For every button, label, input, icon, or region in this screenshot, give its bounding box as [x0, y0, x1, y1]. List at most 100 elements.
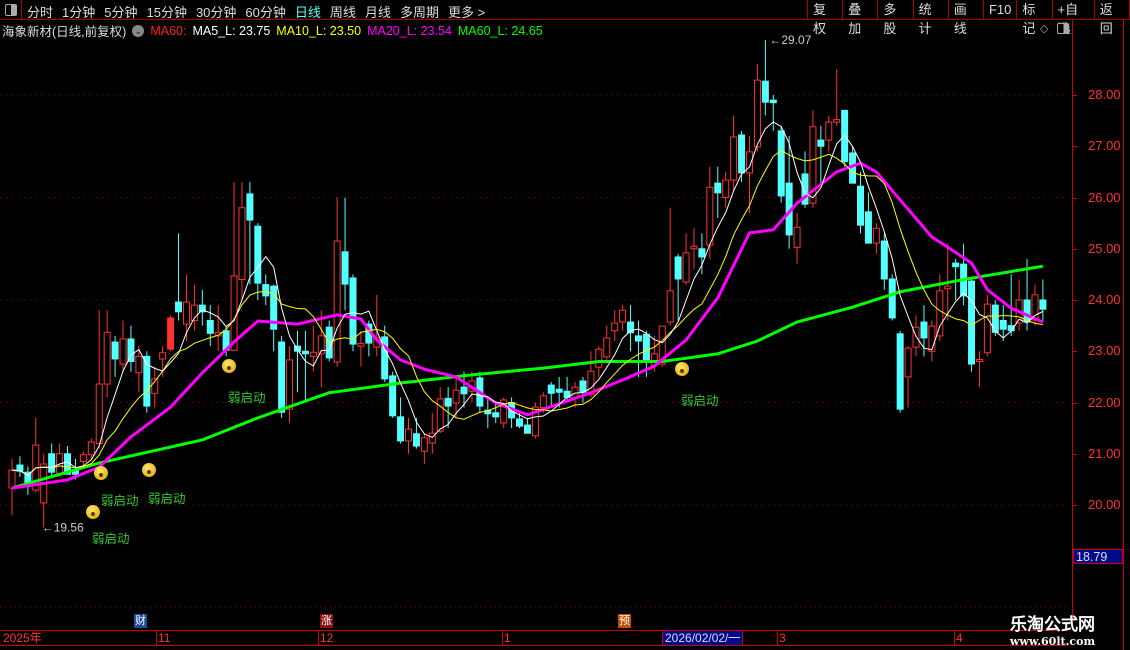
candle — [857, 185, 865, 226]
candle — [888, 278, 896, 319]
candle — [698, 248, 706, 258]
watermark-name: 乐淘公式网 — [1010, 615, 1095, 635]
candle — [1023, 299, 1031, 323]
candle — [666, 290, 674, 323]
price-tick — [1072, 505, 1077, 506]
signal-label: 弱启动 — [101, 494, 139, 508]
candle — [1039, 299, 1047, 310]
price-tick-label: 21.00 — [1088, 445, 1121, 461]
candle — [928, 325, 936, 352]
candle — [516, 418, 524, 427]
candle — [436, 398, 444, 432]
candle — [904, 347, 912, 378]
candle — [722, 179, 730, 198]
right-panel-border — [1123, 20, 1124, 650]
candle — [975, 358, 983, 363]
candle — [920, 321, 928, 339]
candle — [999, 320, 1007, 330]
candle — [793, 226, 801, 248]
candle — [936, 290, 944, 337]
candle — [983, 303, 991, 354]
candle — [246, 193, 254, 221]
candle — [111, 341, 119, 360]
candle — [175, 301, 183, 313]
price-tick — [1072, 95, 1077, 96]
signal-label: 弱启动 — [228, 391, 266, 405]
candle — [405, 428, 412, 442]
price-tick-label: 25.00 — [1088, 240, 1121, 256]
candle — [555, 388, 563, 393]
candle — [103, 331, 111, 385]
candle — [286, 359, 294, 410]
date-label: 2025年 — [3, 631, 42, 645]
signal-label: 弱启动 — [681, 394, 719, 408]
candle — [79, 454, 87, 462]
event-marker-forecast[interactable]: 预 — [618, 614, 631, 628]
price-tick — [1072, 248, 1077, 250]
candle — [825, 121, 833, 141]
candle — [872, 227, 880, 244]
candle — [412, 433, 420, 447]
price-tick — [1072, 146, 1077, 148]
candle — [738, 134, 746, 174]
candle — [460, 386, 468, 395]
candle — [539, 395, 547, 409]
date-label: 12 — [318, 631, 334, 645]
candle — [254, 225, 262, 284]
date-label: 1 — [502, 631, 511, 645]
event-marker-rise[interactable]: 涨 — [320, 614, 333, 628]
event-marker-finance[interactable]: 财 — [134, 614, 147, 628]
price-tick-label: 28.00 — [1088, 87, 1121, 102]
price-tick — [1072, 300, 1077, 301]
candle — [880, 240, 888, 280]
candle — [341, 251, 349, 285]
candle — [642, 333, 650, 361]
candle — [95, 383, 103, 444]
candle — [896, 333, 904, 410]
signal-label: 弱启动 — [148, 492, 186, 506]
price-tick — [1072, 453, 1077, 455]
date-axis: 2025年 11 12 1 2026/02/02/一 3 4 — [0, 630, 1068, 646]
price-tick-label: 20.00 — [1088, 497, 1121, 512]
candle — [309, 351, 317, 357]
candle — [603, 337, 611, 358]
high-price-label: ←29.07 — [769, 33, 811, 47]
candle — [48, 453, 56, 473]
watermark: 乐淘公式网 www.60lt.com — [1000, 610, 1105, 648]
candle — [611, 322, 619, 332]
candle — [753, 79, 761, 148]
candle — [206, 320, 214, 334]
candle — [777, 130, 785, 197]
candle — [349, 277, 357, 345]
back-button[interactable]: 返回 — [1093, 0, 1130, 36]
candle — [167, 317, 175, 350]
candle — [619, 309, 627, 323]
date-label: 11 — [156, 631, 171, 645]
candle — [730, 136, 738, 181]
price-tick-label: 23.00 — [1088, 343, 1121, 359]
candle — [674, 256, 682, 280]
price-axis-line — [1072, 20, 1073, 630]
candle — [119, 338, 127, 365]
candle — [159, 352, 167, 360]
price-tick-label: 27.00 — [1088, 138, 1121, 154]
current-price-label: 18.79 — [1073, 549, 1123, 564]
price-tick — [1072, 351, 1077, 353]
candle — [769, 99, 777, 104]
candle — [817, 139, 825, 147]
price-tick — [1072, 402, 1077, 404]
candlestick-chart[interactable]: ←29.07 ←19.56 — [0, 0, 1068, 630]
date-label: 3 — [777, 631, 786, 645]
candle — [714, 182, 722, 194]
candle — [389, 375, 397, 417]
candle — [420, 437, 428, 452]
signal-label: 弱启动 — [92, 532, 130, 546]
candle — [238, 207, 246, 280]
candle — [682, 252, 690, 283]
signal-face-icon — [222, 359, 236, 373]
candle — [262, 284, 270, 297]
candle — [944, 285, 952, 290]
candle — [452, 389, 460, 404]
candle — [8, 469, 16, 489]
candle — [87, 441, 95, 456]
